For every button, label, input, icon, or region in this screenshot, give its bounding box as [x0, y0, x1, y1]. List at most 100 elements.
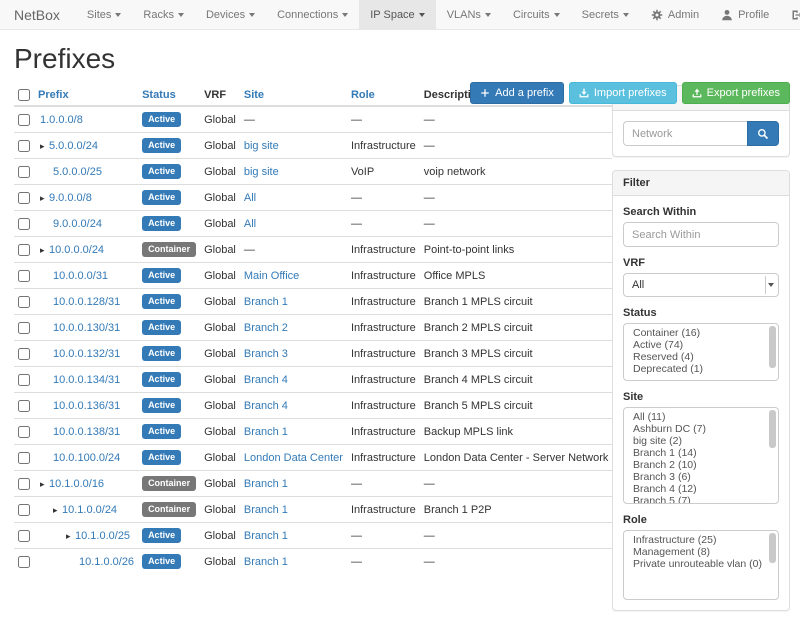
site-link[interactable]: London Data Center [244, 452, 343, 464]
select-all-checkbox[interactable] [18, 89, 30, 101]
vrf-select[interactable]: All [623, 273, 779, 297]
site-link[interactable]: Main Office [244, 270, 299, 282]
row-checkbox[interactable] [18, 426, 30, 438]
row-checkbox[interactable] [18, 452, 30, 464]
filter-option[interactable]: Container (16) [624, 327, 778, 339]
search-input[interactable] [623, 121, 747, 146]
role-cell: — [347, 471, 420, 497]
site-link[interactable]: Branch 1 [244, 504, 288, 516]
site-link[interactable]: Branch 1 [244, 426, 288, 438]
filter-option[interactable]: Active (74) [624, 339, 778, 351]
site-link[interactable]: Branch 4 [244, 374, 288, 386]
site-link[interactable]: big site [244, 140, 279, 152]
prefix-link[interactable]: 5.0.0.0/25 [53, 166, 102, 178]
row-checkbox[interactable] [18, 556, 30, 568]
filter-option[interactable]: Branch 1 (14) [624, 447, 778, 459]
logout-menu-item[interactable]: Log out [780, 0, 800, 29]
row-checkbox[interactable] [18, 296, 30, 308]
row-checkbox[interactable] [18, 218, 30, 230]
prefix-list: PrefixStatusVRFSiteRoleDescription 1.0.0… [14, 85, 598, 574]
prefix-link[interactable]: 10.1.0.0/16 [49, 478, 104, 490]
column-header-site[interactable]: Site [240, 85, 347, 106]
row-checkbox[interactable] [18, 400, 30, 412]
caret-down-icon [178, 13, 184, 17]
filter-option[interactable]: Branch 4 (12) [624, 483, 778, 495]
prefix-link[interactable]: 10.1.0.0/25 [75, 530, 130, 542]
profile-menu-item[interactable]: Profile [710, 0, 780, 29]
scrollbar-thumb[interactable] [769, 410, 776, 448]
prefix-link[interactable]: 10.0.100.0/24 [53, 452, 120, 464]
prefix-link[interactable]: 10.1.0.0/24 [62, 504, 117, 516]
row-checkbox[interactable] [18, 504, 30, 516]
add-prefix-button[interactable]: Add a prefix [470, 82, 564, 104]
filter-option[interactable]: Infrastructure (25) [624, 534, 778, 546]
prefix-link[interactable]: 10.0.0.132/31 [53, 348, 120, 360]
filter-option[interactable]: Management (8) [624, 546, 778, 558]
import-prefixes-button[interactable]: Import prefixes [569, 82, 677, 104]
search-within-input[interactable] [623, 222, 779, 247]
prefix-link[interactable]: 10.1.0.0/26 [79, 556, 134, 568]
site-link[interactable]: Branch 4 [244, 400, 288, 412]
row-checkbox[interactable] [18, 374, 30, 386]
nav-item-sites[interactable]: Sites [76, 0, 132, 29]
filter-option[interactable]: Private unrouteable vlan (0) [624, 558, 778, 570]
admin-menu-item[interactable]: Admin [640, 0, 710, 29]
row-checkbox[interactable] [18, 166, 30, 178]
filter-option[interactable]: All (11) [624, 411, 778, 423]
prefix-link[interactable]: 9.0.0.0/24 [53, 218, 102, 230]
row-checkbox[interactable] [18, 348, 30, 360]
row-checkbox[interactable] [18, 244, 30, 256]
prefix-link[interactable]: 1.0.0.0/8 [40, 114, 83, 126]
prefix-link[interactable]: 10.0.0.0/31 [53, 270, 108, 282]
row-checkbox[interactable] [18, 192, 30, 204]
filter-option[interactable]: Branch 5 (7) [624, 495, 778, 504]
nav-item-devices[interactable]: Devices [195, 0, 266, 29]
prefix-link[interactable]: 10.0.0.136/31 [53, 400, 120, 412]
nav-item-connections[interactable]: Connections [266, 0, 359, 29]
scrollbar-thumb[interactable] [769, 326, 776, 368]
prefix-link[interactable]: 10.0.0.134/31 [53, 374, 120, 386]
page-actions: Add a prefix Import prefixes Export pref… [470, 82, 790, 104]
row-checkbox[interactable] [18, 270, 30, 282]
nav-item-racks[interactable]: Racks [132, 0, 195, 29]
site-link[interactable]: Branch 1 [244, 478, 288, 490]
filter-option[interactable]: Reserved (4) [624, 351, 778, 363]
site-link[interactable]: Branch 1 [244, 530, 288, 542]
nav-item-vlans[interactable]: VLANs [436, 0, 502, 29]
site-link[interactable]: Branch 2 [244, 322, 288, 334]
status-badge: Container [142, 476, 196, 491]
site-link[interactable]: Branch 1 [244, 296, 288, 308]
column-header-role[interactable]: Role [347, 85, 420, 106]
filter-option[interactable]: Ashburn DC (7) [624, 423, 778, 435]
row-checkbox[interactable] [18, 322, 30, 334]
prefix-link[interactable]: 10.0.0.128/31 [53, 296, 120, 308]
site-link[interactable]: All [244, 192, 256, 204]
export-prefixes-button[interactable]: Export prefixes [682, 82, 790, 104]
site-link[interactable]: big site [244, 166, 279, 178]
prefix-link[interactable]: 10.0.0.130/31 [53, 322, 120, 334]
column-header-prefix[interactable]: Prefix [34, 85, 138, 106]
row-checkbox[interactable] [18, 114, 30, 126]
search-button[interactable] [747, 121, 779, 146]
prefix-link[interactable]: 10.0.0.0/24 [49, 244, 104, 256]
filter-option[interactable]: Branch 3 (6) [624, 471, 778, 483]
brand-logo[interactable]: NetBox [14, 0, 60, 29]
filter-option[interactable]: big site (2) [624, 435, 778, 447]
prefix-link[interactable]: 10.0.0.138/31 [53, 426, 120, 438]
site-link[interactable]: Branch 3 [244, 348, 288, 360]
nav-item-circuits[interactable]: Circuits [502, 0, 571, 29]
site-link[interactable]: All [244, 218, 256, 230]
filter-option[interactable]: Branch 2 (10) [624, 459, 778, 471]
row-checkbox[interactable] [18, 478, 30, 490]
column-header-status[interactable]: Status [138, 85, 200, 106]
nav-item-ip-space[interactable]: IP Space [359, 0, 435, 29]
row-checkbox[interactable] [18, 140, 30, 152]
filter-option[interactable]: Deprecated (1) [624, 363, 778, 375]
nav-item-secrets[interactable]: Secrets [571, 0, 640, 29]
row-checkbox[interactable] [18, 530, 30, 542]
scrollbar-thumb[interactable] [769, 533, 776, 563]
prefix-link[interactable]: 9.0.0.0/8 [49, 192, 92, 204]
prefix-link[interactable]: 5.0.0.0/24 [49, 140, 98, 152]
site-link[interactable]: Branch 1 [244, 556, 288, 568]
table-row: 1.0.0.0/8 Active Global — — — [14, 106, 612, 133]
